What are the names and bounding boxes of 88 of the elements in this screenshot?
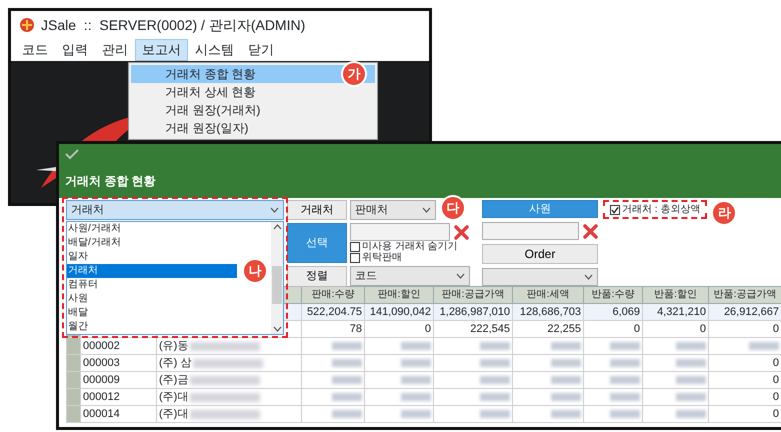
caret-icon bbox=[456, 273, 465, 279]
caret-icon bbox=[584, 274, 593, 280]
column-header[interactable]: 판매:수량 bbox=[302, 286, 364, 304]
list-option[interactable]: 배달/거래처 bbox=[67, 236, 237, 250]
list-option[interactable]: 일자 bbox=[67, 250, 237, 264]
table-cell: 1,286,987,010 bbox=[434, 304, 512, 320]
checkbox-label: 위탁판매 bbox=[362, 252, 402, 263]
table-cell: 000014 bbox=[80, 406, 156, 422]
table-cell: (주)대 bbox=[159, 408, 188, 420]
row-header[interactable] bbox=[66, 406, 80, 422]
table-cell: 000012 bbox=[80, 388, 156, 406]
window-title: 거래처 종합 현황 bbox=[65, 173, 157, 190]
scrollbar[interactable] bbox=[271, 222, 283, 334]
list-option[interactable]: 사원 bbox=[67, 292, 237, 306]
caret-icon bbox=[270, 207, 279, 213]
menu-item[interactable]: 코드 bbox=[15, 39, 55, 61]
scroll-down-icon bbox=[272, 326, 282, 332]
table-cell: 22,255 bbox=[512, 320, 584, 338]
column-header[interactable]: 판매:할인 bbox=[364, 286, 434, 304]
callout-badge: 다 bbox=[440, 195, 466, 221]
table-cell: 141,090,042 bbox=[364, 304, 434, 320]
list-option[interactable]: 거래처 bbox=[67, 264, 237, 278]
menu-item[interactable]: 보고서 bbox=[135, 39, 188, 61]
table-cell: 4,321,210 bbox=[642, 304, 708, 320]
app-logo-icon bbox=[19, 17, 35, 33]
table-cell: 0 bbox=[364, 320, 434, 338]
input-field[interactable] bbox=[350, 223, 450, 241]
callout-badge: 라 bbox=[711, 200, 738, 226]
checkbox[interactable] bbox=[350, 242, 360, 252]
table-cell: 6,069 bbox=[584, 304, 642, 320]
check-icon bbox=[65, 148, 79, 160]
table-cell: 26,912,667 bbox=[708, 304, 781, 320]
list-option[interactable]: 월간 bbox=[67, 320, 237, 334]
check-icon bbox=[611, 206, 619, 214]
scroll-up-icon bbox=[272, 224, 282, 230]
menu-item[interactable]: 시스템 bbox=[188, 39, 241, 61]
list-option[interactable]: 사원/거래처 bbox=[67, 222, 237, 236]
input-field[interactable] bbox=[482, 222, 579, 240]
blurred-text bbox=[190, 376, 260, 385]
table-cell: 000003 bbox=[80, 354, 156, 372]
table-cell: 0 bbox=[642, 320, 708, 338]
column-header[interactable]: 반품:할인 bbox=[642, 286, 708, 304]
table-cell: (주) 삼 bbox=[159, 357, 192, 369]
dropdown-field[interactable]: 코드 bbox=[350, 266, 470, 286]
table-cell: 0 bbox=[584, 320, 642, 338]
clear-icon bbox=[583, 224, 598, 238]
table-cell: 000009 bbox=[80, 372, 156, 388]
scroll-thumb[interactable] bbox=[272, 266, 282, 304]
table-cell: 78 bbox=[302, 320, 364, 338]
list-option[interactable]: 컴퓨터 bbox=[67, 278, 237, 292]
label-button[interactable]: 거래처 bbox=[287, 200, 347, 220]
table-cell: 128,686,703 bbox=[512, 304, 584, 320]
row-header[interactable] bbox=[66, 372, 80, 388]
checkbox-label: 거래처 : 총외상액 bbox=[622, 204, 700, 215]
menu-item[interactable]: 닫기 bbox=[241, 39, 281, 61]
menu-item[interactable]: 거래 원장(일자) bbox=[131, 119, 375, 137]
dropdown-field[interactable]: 판매처 bbox=[350, 200, 436, 220]
menu-item[interactable]: 거래 원장(거래처) bbox=[131, 101, 375, 119]
blurred-text bbox=[190, 392, 260, 402]
menu-item[interactable]: 관리 bbox=[95, 39, 135, 61]
dropdown-field[interactable] bbox=[482, 268, 598, 286]
row-header[interactable] bbox=[66, 388, 80, 406]
dropdown-field[interactable]: 거래처 bbox=[66, 200, 284, 220]
table-cell: (주)대 bbox=[159, 391, 188, 403]
list-option[interactable]: 배달 bbox=[67, 306, 237, 320]
row-header[interactable] bbox=[66, 354, 80, 372]
window-title: JSale :: SERVER(0002) / 관리자(ADMIN) bbox=[41, 16, 306, 35]
clear-icon bbox=[454, 224, 469, 240]
caret-icon bbox=[422, 207, 431, 213]
table-cell: 522,204.75 bbox=[302, 304, 364, 320]
row-header[interactable] bbox=[66, 338, 80, 354]
table-cell: 222,545 bbox=[434, 320, 512, 338]
label-button[interactable]: 정렬 bbox=[287, 266, 347, 287]
menu-item[interactable]: 입력 bbox=[55, 39, 95, 61]
checkbox[interactable] bbox=[610, 204, 620, 214]
blurred-text bbox=[190, 342, 260, 351]
column-header[interactable]: 반품:공급가액 bbox=[708, 286, 781, 304]
blurred-text bbox=[190, 410, 260, 419]
order-button[interactable]: Order bbox=[482, 244, 598, 264]
blurred-text bbox=[193, 358, 264, 368]
column-header[interactable]: 반품:수량 bbox=[584, 286, 642, 304]
checkbox[interactable] bbox=[350, 252, 360, 262]
column-header[interactable]: 판매:세액 bbox=[512, 286, 584, 304]
column-header[interactable]: 판매:공급가액 bbox=[434, 286, 512, 304]
checkbox-label: 미사용 거래처 숨기기 bbox=[362, 241, 458, 252]
table-cell: 000002 bbox=[80, 338, 156, 354]
table-cell: (주)금 bbox=[159, 374, 188, 386]
table-cell: (유)동 bbox=[159, 340, 188, 352]
